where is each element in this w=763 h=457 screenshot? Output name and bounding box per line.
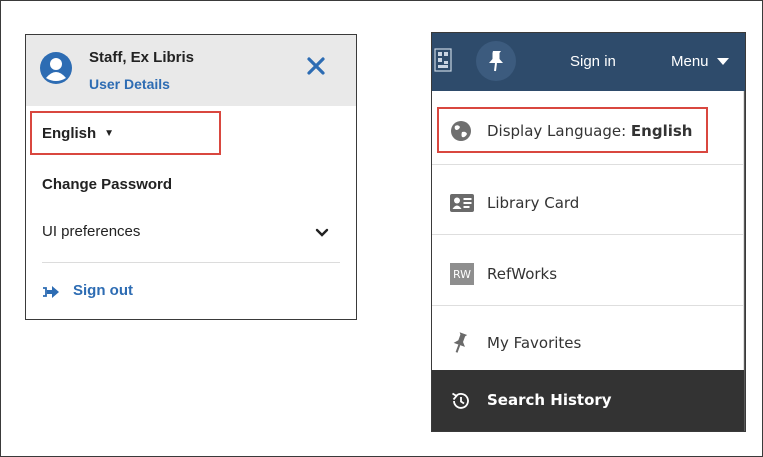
divider (432, 305, 744, 306)
divider (432, 234, 744, 235)
menu-item-my-favorites[interactable]: My Favorites (432, 323, 744, 363)
menu-item-library-card[interactable]: Library Card (432, 183, 744, 223)
user-avatar-icon (40, 52, 72, 84)
language-dropdown[interactable]: English ▼ (42, 125, 114, 142)
menu-item-search-history[interactable]: Search History (432, 370, 744, 431)
user-name: Staff, Ex Libris (89, 49, 195, 66)
menu-button[interactable]: Menu (671, 53, 729, 70)
favorites-pin-button[interactable] (476, 41, 516, 81)
main-menu-panel: Sign in Menu Display Language: English L… (431, 32, 746, 432)
menu-item-label: My Favorites (487, 334, 582, 352)
user-menu-panel: Staff, Ex Libris User Details English ▼ … (25, 34, 357, 320)
caret-down-icon: ▼ (104, 128, 115, 139)
scrollbar[interactable] (744, 91, 745, 431)
sign-in-link[interactable]: Sign in (570, 53, 616, 70)
user-header: Staff, Ex Libris User Details (26, 35, 356, 106)
menu-item-label: Search History (487, 391, 612, 409)
sign-out-link[interactable]: Sign out (73, 282, 133, 299)
top-bar: Sign in Menu (432, 33, 745, 91)
menu-item-refworks[interactable]: RW RefWorks (432, 254, 744, 294)
qr-code-icon[interactable] (434, 47, 452, 73)
caret-down-icon (716, 58, 729, 65)
id-card-icon (450, 194, 474, 212)
pin-icon (453, 332, 468, 353)
menu-item-label: Library Card (487, 194, 580, 212)
pin-icon (489, 51, 503, 72)
divider (42, 262, 340, 263)
close-icon[interactable] (305, 55, 327, 77)
refworks-icon: RW (450, 263, 474, 285)
language-label: English (42, 125, 97, 142)
chevron-down-icon[interactable] (315, 228, 329, 238)
user-details-link[interactable]: User Details (89, 76, 170, 92)
menu-label: Menu (671, 53, 709, 70)
ui-preferences-toggle[interactable]: UI preferences (42, 223, 140, 240)
menu-item-label: RefWorks (487, 265, 558, 283)
sign-out-icon[interactable] (42, 285, 60, 299)
change-password-link[interactable]: Change Password (42, 176, 172, 193)
history-icon (452, 392, 469, 409)
divider (432, 164, 744, 165)
display-language-highlight-box (437, 107, 708, 153)
